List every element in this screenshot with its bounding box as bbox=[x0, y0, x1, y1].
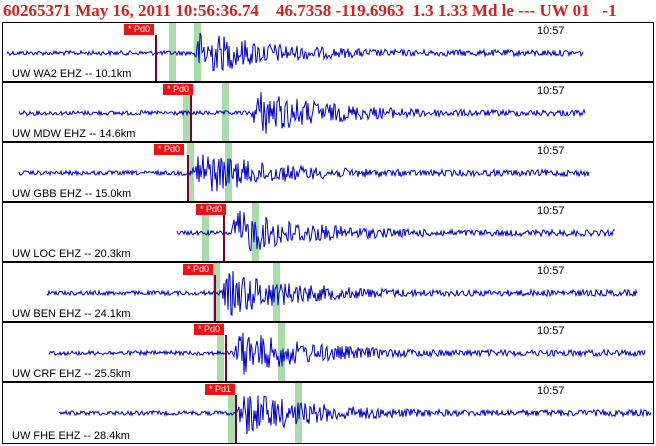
station-label-gbb: UW GBB EHZ -- 15.0km bbox=[12, 188, 132, 200]
station-label-ben: UW BEN EHZ -- 24.1km bbox=[12, 308, 131, 320]
waveform-trace bbox=[18, 154, 590, 192]
event-id: 60265371 bbox=[3, 1, 71, 20]
time-label-gbb: 10:57 bbox=[537, 145, 565, 157]
seismogram-panels: * Pd0 10:57 UW WA2 EHZ -- 10.1km * Pd0 1… bbox=[2, 22, 654, 444]
seismogram-panel-gbb[interactable]: * Pd0 10:57 UW GBB EHZ -- 15.0km bbox=[2, 142, 654, 202]
time-label-crf: 10:57 bbox=[537, 325, 565, 337]
event-date: May 16, 2011 bbox=[75, 1, 172, 20]
event-title: 60265371 May 16, 2011 10:56:36.74 46.735… bbox=[3, 1, 617, 21]
seismogram-panel-mdw[interactable]: * Pd0 10:57 UW MDW EHZ -- 14.6km bbox=[2, 82, 654, 142]
event-longitude: -119.6963 bbox=[335, 1, 404, 20]
pick-label-loc[interactable]: * Pd0 bbox=[196, 204, 227, 215]
time-label-ben: 10:57 bbox=[537, 265, 565, 277]
seismogram-panel-loc[interactable]: * Pd0 10:57 UW LOC EHZ -- 20.3km bbox=[2, 202, 654, 262]
pick-label-wa2[interactable]: * Pd0 bbox=[124, 24, 155, 35]
window-band bbox=[194, 23, 201, 81]
station-label-fhe: UW FHE EHZ -- 28.4km bbox=[12, 430, 130, 442]
event-magnitude: 1.3 1.33 Md le --- bbox=[412, 1, 536, 20]
time-label-mdw: 10:57 bbox=[537, 85, 565, 97]
seismogram-panel-crf[interactable]: * Pd0 10:57 UW CRF EHZ -- 25.5km bbox=[2, 322, 654, 382]
event-network: UW 01 -1 bbox=[539, 1, 617, 20]
seismogram-panel-fhe[interactable]: * Pd1 10:57 UW FHE EHZ -- 28.4km bbox=[2, 382, 654, 444]
pick-label-fhe[interactable]: * Pd1 bbox=[205, 384, 236, 395]
station-label-mdw: UW MDW EHZ -- 14.6km bbox=[12, 128, 136, 140]
event-time: 10:56:36.74 bbox=[175, 1, 259, 20]
time-label-fhe: 10:57 bbox=[537, 385, 565, 397]
pick-label-ben[interactable]: * Pd0 bbox=[183, 264, 214, 275]
event-header: 60265371 May 16, 2011 10:56:36.74 46.735… bbox=[0, 0, 656, 22]
waveform-trace bbox=[46, 270, 638, 317]
station-label-loc: UW LOC EHZ -- 20.3km bbox=[12, 248, 131, 260]
pick-label-gbb[interactable]: * Pd0 bbox=[154, 144, 185, 155]
waveform-trace bbox=[48, 332, 646, 375]
seismogram-panel-wa2[interactable]: * Pd0 10:57 UW WA2 EHZ -- 10.1km bbox=[2, 22, 654, 82]
pick-label-mdw[interactable]: * Pd0 bbox=[163, 84, 194, 95]
time-label-wa2: 10:57 bbox=[537, 25, 565, 37]
event-latitude: 46.7358 bbox=[275, 1, 332, 20]
seismogram-panel-ben[interactable]: * Pd0 10:57 UW BEN EHZ -- 24.1km bbox=[2, 262, 654, 322]
pick-label-crf[interactable]: * Pd0 bbox=[194, 324, 225, 335]
waveform-trace bbox=[58, 395, 652, 435]
time-label-loc: 10:57 bbox=[537, 205, 565, 217]
station-label-crf: UW CRF EHZ -- 25.5km bbox=[12, 368, 131, 380]
station-label-wa2: UW WA2 EHZ -- 10.1km bbox=[12, 68, 132, 80]
waveform-trace bbox=[6, 32, 584, 72]
